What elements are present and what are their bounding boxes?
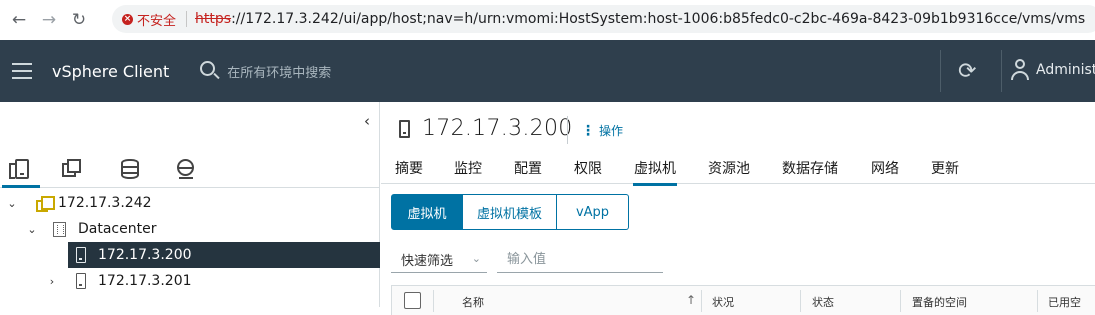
column-divider <box>1037 290 1038 312</box>
tab-summary[interactable]: 摘要 <box>395 158 423 178</box>
column-divider <box>900 290 901 312</box>
vm-grid-header: 名称 ↑ 状况 状态 置备的空间 已用空 <box>391 285 1095 315</box>
user-menu[interactable]: Administ <box>1036 62 1095 78</box>
tree-item-host-201[interactable]: › 172.17.3.201 <box>0 268 380 294</box>
app-header: vSphere Client 在所有环境中搜索 ⟳ Administ <box>0 40 1095 102</box>
url-scheme: https <box>195 11 232 27</box>
navigator-panel: ‹ ⌄ 172.17.3.242 ⌄ Datacenter 172.17.3.2… <box>0 102 380 307</box>
forward-button[interactable]: → <box>38 9 60 31</box>
column-name[interactable]: 名称 <box>462 294 484 310</box>
quick-filter-label: 快速筛选 <box>401 254 454 269</box>
main-panel: 172.17.3.200 ⋮ 操作 摘要 监控 配置 权限 虚拟机 资源池 数据… <box>381 102 1095 315</box>
tab-hosts-and-clusters[interactable] <box>2 154 40 188</box>
network-icon <box>176 159 196 179</box>
url-path: ://172.17.3.242/ui/app/host;nav=h/urn:vm… <box>231 11 1086 27</box>
tree-item-label: 172.17.3.201 <box>98 273 192 289</box>
object-name: 172.17.3.200 <box>422 116 573 141</box>
security-indicator[interactable]: × 不安全 <box>122 10 176 29</box>
browser-toolbar: ← → ↻ × 不安全 https://172.17.3.242/ui/app/… <box>0 0 1095 40</box>
app-title[interactable]: vSphere Client <box>52 62 169 81</box>
tree-item-vcenter[interactable]: ⌄ 172.17.3.242 <box>0 190 380 216</box>
navigator-tabs <box>0 150 380 188</box>
address-divider <box>186 11 188 27</box>
vm-type-segmented-control: 虚拟机 虚拟机模板 vApp <box>391 194 629 230</box>
header-divider <box>1001 50 1002 92</box>
tree-item-host-200[interactable]: 172.17.3.200 <box>68 242 380 268</box>
chevron-down-icon[interactable]: ⌄ <box>26 223 38 236</box>
tab-networking[interactable] <box>168 154 204 184</box>
chevron-down-icon: ⌄ <box>471 252 481 265</box>
tab-storage[interactable] <box>112 154 148 184</box>
object-tabs: 摘要 监控 配置 权限 虚拟机 资源池 数据存储 网络 更新 <box>381 150 1095 186</box>
column-condition[interactable]: 状况 <box>712 294 734 310</box>
user-icon[interactable] <box>1011 59 1029 81</box>
quick-filter-select[interactable]: 快速筛选 ⌄ <box>391 247 487 273</box>
more-vertical-icon: ⋮ <box>581 122 595 139</box>
vcenter-icon <box>36 196 55 212</box>
collapse-navigator-icon[interactable]: ‹ <box>364 112 370 130</box>
back-button[interactable]: ← <box>8 9 30 31</box>
tab-datastores[interactable]: 数据存储 <box>782 158 838 178</box>
search-icon <box>199 60 221 82</box>
reload-button[interactable]: ↻ <box>68 9 90 31</box>
host-icon <box>9 159 29 179</box>
column-divider <box>701 290 702 312</box>
tab-updates[interactable]: 更新 <box>931 158 959 178</box>
vm-icon <box>62 159 82 179</box>
actions-label: 操作 <box>599 124 624 138</box>
select-all-checkbox[interactable] <box>404 292 421 309</box>
title-divider <box>567 116 568 144</box>
sort-ascending-icon[interactable]: ↑ <box>686 293 696 307</box>
tab-vms[interactable]: 虚拟机 <box>633 158 677 186</box>
tree-item-datacenter[interactable]: ⌄ Datacenter <box>0 216 380 242</box>
tab-permissions[interactable]: 权限 <box>574 158 602 178</box>
column-status[interactable]: 状态 <box>812 294 834 310</box>
header-divider <box>940 50 941 92</box>
chevron-down-icon[interactable]: ⌄ <box>6 197 18 210</box>
segment-vms[interactable]: 虚拟机 <box>391 194 463 230</box>
host-icon <box>76 247 86 263</box>
tab-configure[interactable]: 配置 <box>514 158 542 178</box>
security-label: 不安全 <box>137 13 177 29</box>
tab-resource-pools[interactable]: 资源池 <box>708 158 750 178</box>
refresh-icon[interactable]: ⟳ <box>958 59 976 84</box>
object-header: 172.17.3.200 <box>399 116 573 141</box>
filter-value-input[interactable] <box>497 247 663 273</box>
column-used-space[interactable]: 已用空 <box>1048 294 1081 310</box>
column-provisioned-space[interactable]: 置备的空间 <box>912 294 967 310</box>
chevron-right-icon[interactable]: › <box>46 275 58 288</box>
menu-icon[interactable] <box>12 63 32 79</box>
tab-vms-and-templates[interactable] <box>54 154 90 184</box>
column-divider <box>800 290 801 312</box>
host-icon <box>399 119 410 138</box>
tab-networks[interactable]: 网络 <box>871 158 899 178</box>
tab-monitor[interactable]: 监控 <box>454 158 482 178</box>
address-bar[interactable]: × 不安全 https://172.17.3.242/ui/app/host;n… <box>112 5 1095 33</box>
database-icon <box>121 159 139 179</box>
column-divider <box>433 290 434 312</box>
global-search[interactable]: 在所有环境中搜索 <box>199 60 331 82</box>
insecure-icon: × <box>122 13 133 25</box>
datacenter-icon <box>53 221 66 237</box>
search-placeholder: 在所有环境中搜索 <box>227 65 332 81</box>
tree-item-label: Datacenter <box>78 221 157 237</box>
tree-item-label: 172.17.3.242 <box>58 195 152 211</box>
tree-item-label: 172.17.3.200 <box>98 247 192 263</box>
segment-vapps[interactable]: vApp <box>557 194 629 230</box>
host-icon <box>76 273 86 289</box>
inventory-tree: ⌄ 172.17.3.242 ⌄ Datacenter 172.17.3.200… <box>0 190 380 294</box>
segment-vm-templates[interactable]: 虚拟机模板 <box>463 194 557 230</box>
actions-button[interactable]: ⋮ 操作 <box>581 122 623 139</box>
